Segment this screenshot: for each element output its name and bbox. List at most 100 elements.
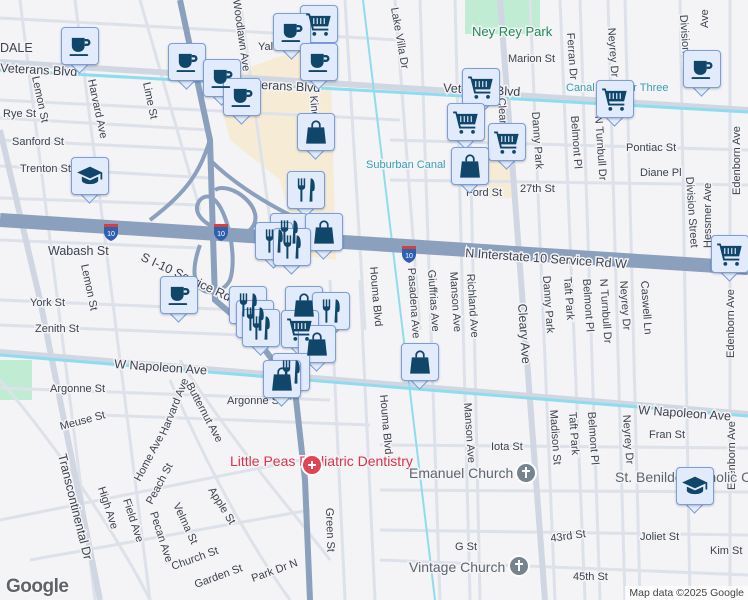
svg-text:DALE: DALE: [0, 41, 33, 55]
shopping-bag-icon: [456, 152, 484, 180]
svg-text:10: 10: [217, 231, 225, 238]
cart-icon: [452, 108, 480, 136]
coffee-marker[interactable]: [300, 43, 338, 90]
restaurant-marker[interactable]: [312, 292, 350, 339]
coffee-icon: [305, 48, 333, 76]
svg-text:Zenith St: Zenith St: [35, 323, 79, 335]
svg-text:43rd St: 43rd St: [550, 528, 587, 545]
coffee-icon: [228, 83, 256, 111]
cart-marker[interactable]: [447, 103, 485, 150]
svg-text:Vintage Church: Vintage Church: [409, 559, 505, 575]
coffee-marker[interactable]: [223, 78, 261, 125]
coffee-marker[interactable]: [273, 13, 311, 60]
restaurant-marker[interactable]: [287, 171, 325, 218]
road-label: W Napoleon Ave: [114, 357, 208, 377]
cart-icon: [716, 240, 744, 268]
svg-text:10: 10: [107, 231, 115, 238]
svg-text:Ferran Dr: Ferran Dr: [564, 32, 579, 80]
svg-text:Edenborn Ave: Edenborn Ave: [725, 289, 737, 358]
svg-text:Velma St: Velma St: [170, 501, 199, 546]
coffee-marker[interactable]: [160, 276, 198, 323]
svg-text:27th St: 27th St: [520, 183, 555, 195]
cart-marker[interactable]: [711, 235, 748, 282]
coffee-icon: [173, 48, 201, 76]
school-marker[interactable]: [71, 157, 109, 204]
map-attribution[interactable]: Map data ©2025 Google: [625, 586, 748, 600]
svg-text:Edenborn Ave: Edenborn Ave: [731, 126, 743, 195]
poi-emanuel-church[interactable]: Emanuel Church: [408, 462, 537, 484]
poi-vintage-church[interactable]: Vintage Church: [408, 555, 530, 577]
svg-text:Pontiac St: Pontiac St: [626, 142, 676, 154]
map-base: 10 10 10 Veterans Blvd Veterans Blvd Vet…: [0, 0, 748, 600]
svg-text:N Turnbull Dr: N Turnbull Dr: [592, 115, 609, 181]
svg-text:Trenton St: Trenton St: [20, 163, 71, 175]
svg-text:Diane Pl: Diane Pl: [640, 167, 682, 179]
svg-text:Field Ave: Field Ave: [120, 497, 145, 544]
cart-marker[interactable]: [462, 68, 500, 115]
shopping-bag-marker[interactable]: [401, 343, 439, 390]
svg-text:Division Street: Division Street: [683, 176, 700, 248]
coffee-icon: [278, 18, 306, 46]
cart-marker[interactable]: [596, 80, 634, 127]
cart-icon: [305, 10, 333, 38]
svg-text:Fran St: Fran St: [649, 429, 685, 441]
svg-text:G St: G St: [455, 541, 477, 553]
coffee-icon: [688, 55, 716, 83]
coffee-marker[interactable]: [61, 27, 99, 74]
google-logo: Google: [6, 576, 69, 597]
svg-text:45th St: 45th St: [573, 571, 608, 583]
svg-text:Rye St: Rye St: [3, 108, 36, 120]
shopping-bag-marker[interactable]: [451, 147, 489, 194]
road-label: W Napoleon Ave: [638, 403, 732, 423]
svg-text:N Turnbull Dr: N Turnbull Dr: [597, 278, 614, 344]
svg-text:Giuffrias Ave: Giuffrias Ave: [425, 269, 441, 332]
svg-text:Joliet St: Joliet St: [640, 531, 679, 543]
svg-text:Taft Park: Taft Park: [561, 276, 576, 321]
svg-text:Caswell Ln: Caswell Ln: [638, 280, 654, 335]
svg-text:10: 10: [405, 253, 413, 260]
svg-text:Houma Blvd: Houma Blvd: [367, 266, 384, 327]
svg-text:Belmont Pl: Belmont Pl: [585, 411, 601, 465]
svg-text:Emanuel Church: Emanuel Church: [409, 465, 513, 481]
map-canvas[interactable]: 10 10 10 Veterans Blvd Veterans Blvd Vet…: [0, 0, 748, 600]
shopping-bag-marker[interactable]: [305, 213, 343, 260]
cart-marker[interactable]: [488, 123, 526, 170]
svg-text:Meuse St: Meuse St: [59, 409, 107, 433]
shopping-bag-icon: [268, 365, 296, 393]
restaurant-marker[interactable]: [242, 309, 280, 356]
school-marker[interactable]: [676, 467, 714, 514]
restaurant-marker[interactable]: [273, 228, 311, 275]
canal-label: Suburban Canal: [366, 159, 446, 171]
svg-text:Richland Ave: Richland Ave: [464, 273, 480, 338]
green-area: [0, 360, 32, 400]
fork-knife-icon: [247, 314, 275, 342]
svg-text:Kim St: Kim St: [710, 545, 742, 557]
svg-text:Ave: Ave: [699, 9, 711, 28]
graduation-cap-icon: [681, 472, 709, 500]
cart-icon: [467, 73, 495, 101]
shopping-bag-icon: [406, 348, 434, 376]
svg-text:Neyrey Dr: Neyrey Dr: [617, 280, 632, 331]
svg-text:Belmont Pl: Belmont Pl: [580, 278, 596, 332]
svg-text:Pasadena Ave: Pasadena Ave: [405, 267, 422, 338]
svg-text:Green St: Green St: [323, 508, 337, 552]
coffee-marker[interactable]: [683, 50, 721, 97]
coffee-icon: [165, 281, 193, 309]
park-label: Ney Rey Park: [472, 24, 553, 39]
shopping-bag-marker[interactable]: [263, 360, 301, 407]
svg-text:Houma Blvd: Houma Blvd: [377, 394, 394, 455]
svg-text:Taft Park: Taft Park: [566, 411, 581, 456]
coffee-icon: [66, 32, 94, 60]
shopping-bag-marker[interactable]: [297, 113, 335, 160]
shopping-bag-icon: [303, 330, 331, 358]
svg-text:Belmont Pl: Belmont Pl: [568, 115, 584, 169]
poi-little-peas[interactable]: Little Peas Pediatric Dentistry: [229, 452, 414, 476]
svg-text:Wabash St: Wabash St: [48, 244, 109, 258]
coffee-marker[interactable]: [168, 43, 206, 90]
graduation-cap-icon: [76, 162, 104, 190]
cart-icon: [601, 85, 629, 113]
svg-text:Lime St: Lime St: [140, 81, 159, 120]
fork-knife-icon: [292, 176, 320, 204]
svg-text:Butternut Ave: Butternut Ave: [183, 381, 225, 445]
fork-knife-icon: [278, 233, 306, 261]
